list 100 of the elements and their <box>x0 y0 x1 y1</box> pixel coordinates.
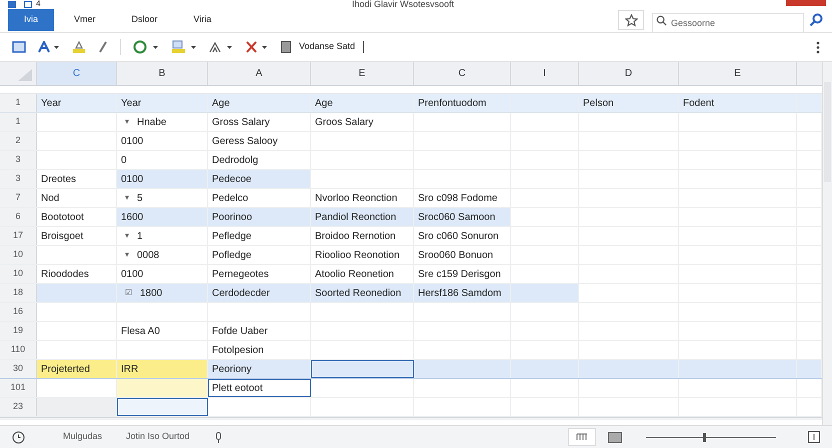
clock-icon[interactable] <box>12 430 25 444</box>
column-header[interactable]: A <box>208 62 311 85</box>
table-cell[interactable]: ▾ 1 <box>117 227 208 245</box>
table-cell[interactable]: 0100 <box>117 265 208 283</box>
vertical-scrollbar[interactable] <box>822 62 832 425</box>
table-cell[interactable]: Pofledge <box>208 246 311 264</box>
picture-icon[interactable] <box>12 41 26 53</box>
circle-shape-dropdown-icon[interactable] <box>133 40 159 54</box>
column-header[interactable]: B <box>117 62 208 85</box>
table-cell[interactable]: Pedelco <box>208 189 311 207</box>
table-cell[interactable]: 1600 <box>117 208 208 226</box>
pin-button[interactable] <box>618 10 644 30</box>
table-cell[interactable]: Pernegeotes <box>208 265 311 283</box>
row-header[interactable]: 10 <box>0 246 37 264</box>
column-header[interactable]: C <box>414 62 511 85</box>
zoom-slider[interactable] <box>646 432 776 442</box>
table-cell[interactable]: ▾ 5 <box>117 189 208 207</box>
font-name[interactable]: Vodanse Satd <box>299 40 356 54</box>
row-header[interactable]: 110 <box>0 341 37 359</box>
table-cell[interactable]: Pelson <box>579 94 679 112</box>
row-header[interactable]: 1 <box>0 94 37 112</box>
table-cell[interactable]: Atoolio Reonetion <box>311 265 414 283</box>
table-cell[interactable]: Rioolioo Reonotion <box>311 246 414 264</box>
page-layout-icon[interactable] <box>608 432 622 442</box>
table-cell[interactable]: Nod <box>37 189 117 207</box>
column-header[interactable]: E <box>679 62 797 85</box>
table-cell[interactable]: Poorinoo <box>208 208 311 226</box>
ribbon-tab[interactable]: Dsloor <box>116 9 174 31</box>
column-header[interactable]: D <box>579 62 679 85</box>
info-icon[interactable] <box>808 431 820 443</box>
row-header[interactable]: 101 <box>0 379 37 397</box>
cross-dropdown-icon[interactable] <box>245 40 269 54</box>
angle-dropdown-icon[interactable] <box>209 40 233 54</box>
pen-icon[interactable] <box>98 41 108 53</box>
table-cell[interactable] <box>511 284 579 302</box>
table-cell[interactable]: Dedrodolg <box>208 151 311 169</box>
search-field[interactable]: Gessoorne <box>652 13 804 33</box>
ribbon-tab[interactable]: Ivia <box>8 9 54 31</box>
table-cell[interactable]: 0100 <box>117 132 208 150</box>
row-header[interactable]: 7 <box>0 189 37 207</box>
table-cell[interactable]: Prenfontuodom <box>414 94 511 112</box>
table-cell[interactable]: Broisgoet <box>37 227 117 245</box>
row-header[interactable]: 6 <box>0 208 37 226</box>
table-cell[interactable]: Plett eotoot <box>208 379 311 397</box>
row-marker[interactable]: ▾ <box>125 230 129 242</box>
column-header[interactable]: I <box>511 62 579 85</box>
table-cell[interactable]: Pandiol Reonction <box>311 208 414 226</box>
table-cell[interactable]: Pedecoe <box>208 170 311 188</box>
table-cell[interactable]: Sroc060 Samoon <box>414 208 511 226</box>
table-cell[interactable]: Soorted Reonedion <box>311 284 414 302</box>
row-marker[interactable]: ☑ <box>125 287 132 299</box>
table-cell[interactable] <box>37 398 117 416</box>
row-marker[interactable]: ▾ <box>125 249 129 261</box>
table-cell[interactable]: Hersf186 Samdom <box>414 284 511 302</box>
row-marker[interactable]: ▾ <box>125 192 129 204</box>
column-header[interactable]: E <box>311 62 414 85</box>
ribbon-tab[interactable]: Vmer <box>58 9 112 31</box>
save-icon[interactable] <box>24 0 32 8</box>
row-header[interactable]: 2 <box>0 132 37 150</box>
row-header[interactable]: 3 <box>0 151 37 169</box>
row-header[interactable]: 30 <box>0 360 37 378</box>
table-cell[interactable]: Sre c159 Derisgon <box>414 265 511 283</box>
table-cell[interactable]: Sroo060 Bonuon <box>414 246 511 264</box>
column-header[interactable]: C <box>37 62 117 85</box>
table-cell[interactable]: Fodent <box>679 94 797 112</box>
table-cell[interactable] <box>117 398 208 416</box>
table-cell[interactable]: Sro c098 Fodome <box>414 189 511 207</box>
table-cell[interactable]: Fofde Uaber <box>208 322 311 340</box>
normal-view-button[interactable] <box>568 428 596 446</box>
search-button[interactable] <box>808 12 824 28</box>
table-cell[interactable]: ▾ Hnabe <box>117 113 208 131</box>
row-header[interactable]: 1 <box>0 113 37 131</box>
row-header[interactable]: 16 <box>0 303 37 321</box>
table-cell[interactable]: Rioododes <box>37 265 117 283</box>
table-cell[interactable]: Pefledge <box>208 227 311 245</box>
table-cell[interactable]: Flesa A0 <box>117 322 208 340</box>
table-cell[interactable] <box>117 379 208 397</box>
table-cell[interactable]: Broidoo Rernotion <box>311 227 414 245</box>
table-cell[interactable]: Age <box>311 94 414 112</box>
row-header[interactable]: 10 <box>0 265 37 283</box>
table-cell[interactable]: 0100 <box>117 170 208 188</box>
font-color-dropdown-icon[interactable] <box>38 41 60 53</box>
table-cell[interactable] <box>311 360 414 378</box>
ribbon-tab[interactable]: Viria <box>178 9 228 31</box>
table-cell[interactable]: IRR <box>117 360 208 378</box>
table-cell[interactable]: Year <box>37 94 117 112</box>
table-cell[interactable]: 0 <box>117 151 208 169</box>
table-cell[interactable] <box>37 284 117 302</box>
slider-thumb[interactable] <box>703 432 706 442</box>
microphone-icon[interactable] <box>214 432 223 442</box>
row-header[interactable]: 23 <box>0 398 37 416</box>
table-cell[interactable]: ☑ 1800 <box>117 284 208 302</box>
more-icon[interactable] <box>816 40 820 54</box>
row-header[interactable]: 3 <box>0 170 37 188</box>
row-header[interactable]: 19 <box>0 322 37 340</box>
table-cell[interactable]: Age <box>208 94 311 112</box>
highlighter-icon[interactable] <box>72 41 86 53</box>
table-cell[interactable]: Year <box>117 94 208 112</box>
table-cell[interactable]: Sro c060 Sonuron <box>414 227 511 245</box>
fill-color-dropdown-icon[interactable] <box>171 40 197 54</box>
